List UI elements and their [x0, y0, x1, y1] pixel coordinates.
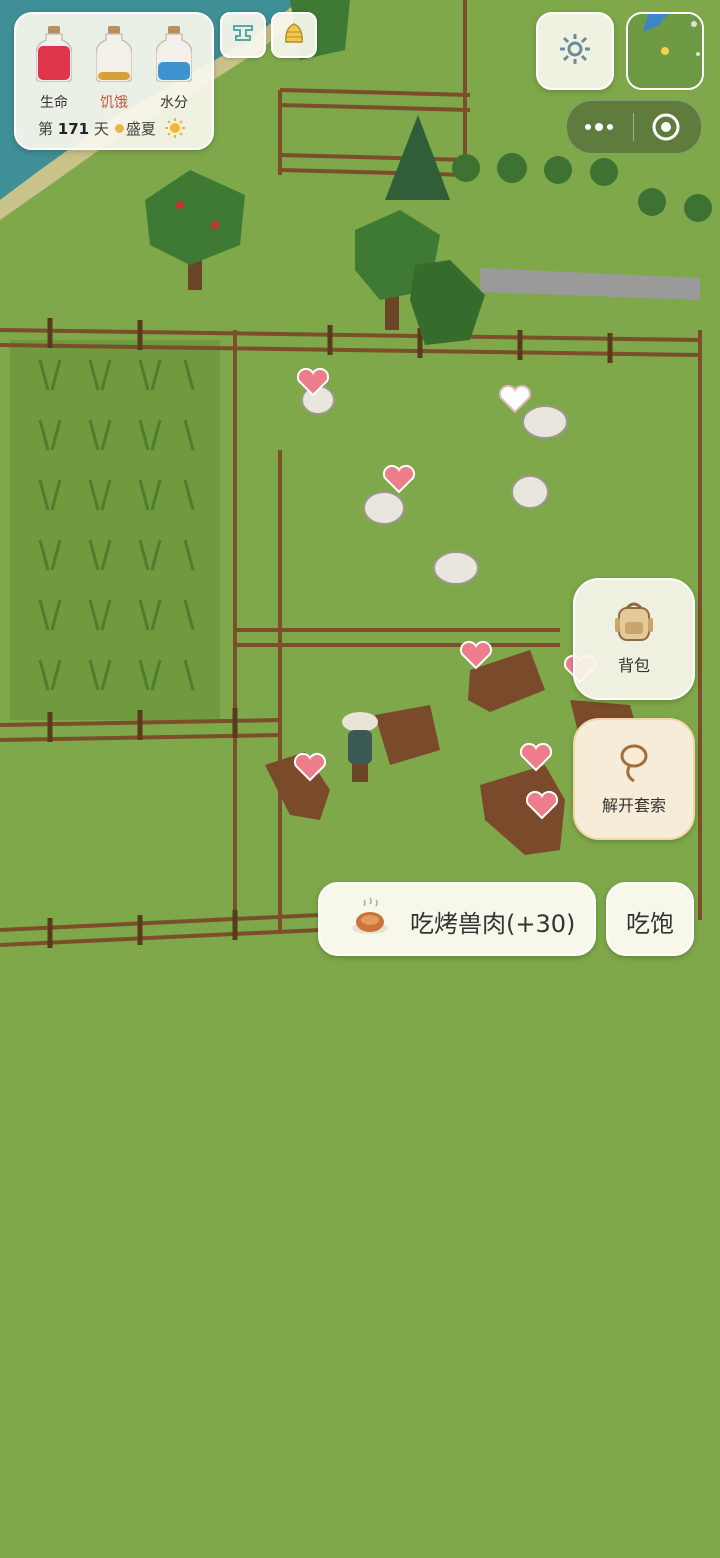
- crafting-button[interactable]: [220, 12, 266, 58]
- capsule-divider: [633, 113, 634, 141]
- day-suffix: 天: [93, 120, 109, 138]
- water-jar: [155, 26, 193, 83]
- release-lasso-label: 解开套索: [601, 796, 666, 815]
- more-icon[interactable]: [583, 117, 617, 141]
- beehive-button[interactable]: [271, 12, 317, 58]
- backpack-button[interactable]: 背包: [573, 578, 695, 700]
- season-dot-icon: [114, 124, 124, 133]
- close-target-icon[interactable]: [651, 112, 681, 146]
- sun-icon: [164, 118, 185, 142]
- water-label: 水分: [160, 95, 188, 111]
- anvil-icon: [230, 20, 256, 50]
- roasted-meat-icon: [350, 896, 390, 944]
- backpack-icon: [613, 600, 655, 648]
- eat-full-button[interactable]: 吃饱: [606, 882, 694, 956]
- minimap[interactable]: [626, 12, 704, 90]
- lasso-icon: [613, 742, 655, 790]
- player-marker-icon: [661, 47, 669, 55]
- release-lasso-button[interactable]: 解开套索: [573, 718, 695, 840]
- status-panel: 生命 饥饿 水分 第 171 天盛夏: [14, 12, 214, 150]
- settings-button[interactable]: [536, 12, 614, 90]
- gear-icon: [556, 30, 594, 72]
- backpack-label: 背包: [617, 656, 650, 675]
- health-label: 生命: [40, 95, 68, 111]
- day-number: 171: [57, 120, 90, 138]
- season-label: 盛夏: [125, 120, 156, 138]
- health-jar: [35, 26, 73, 83]
- beehive-icon: [281, 20, 307, 50]
- eat-label: 吃烤兽肉(+30): [410, 910, 576, 938]
- hunger-jar: [95, 26, 133, 83]
- crop-field: [10, 340, 220, 720]
- day-prefix: 第: [38, 120, 54, 138]
- eat-roasted-meat-button[interactable]: 吃烤兽肉(+30): [318, 882, 596, 956]
- eat-full-label: 吃饱: [626, 910, 674, 938]
- hunger-label: 饥饿: [100, 95, 128, 111]
- miniprogram-capsule: [566, 100, 702, 154]
- day-season-line: 第 171 天盛夏: [38, 118, 185, 142]
